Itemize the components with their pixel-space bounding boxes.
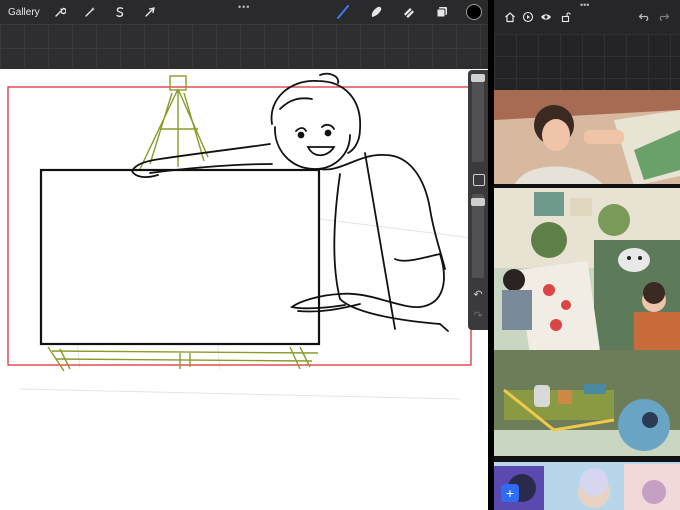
sketch-artwork xyxy=(7,72,481,400)
reference-image[interactable] xyxy=(494,90,680,510)
drawing-canvas[interactable] xyxy=(0,69,488,510)
reference-background-grid xyxy=(494,34,680,90)
layers-icon[interactable] xyxy=(432,2,452,22)
brush-size-slider[interactable] xyxy=(472,74,484,162)
tool-group xyxy=(320,2,482,22)
canvas-board xyxy=(39,168,321,346)
transform-arrow-icon[interactable] xyxy=(140,2,160,22)
opacity-thumb[interactable] xyxy=(471,198,485,206)
eye-icon[interactable] xyxy=(538,9,554,25)
canvas-background-grid xyxy=(0,24,488,69)
home-icon[interactable] xyxy=(502,9,518,25)
eraser-icon[interactable] xyxy=(399,2,419,22)
reference-toolbar: ••• xyxy=(494,0,680,34)
wrench-icon[interactable] xyxy=(50,2,70,22)
add-button[interactable]: + xyxy=(501,484,519,502)
selection-icon[interactable] xyxy=(110,2,130,22)
drawing-app-pane: Gallery ••• ↶ ↷ xyxy=(0,0,488,510)
lock-icon[interactable] xyxy=(558,9,574,25)
smudge-icon[interactable] xyxy=(366,2,386,22)
color-picker-swatch[interactable] xyxy=(466,4,482,20)
redo-icon[interactable]: ↷ xyxy=(472,310,484,322)
redo-icon[interactable] xyxy=(656,9,672,25)
top-toolbar: Gallery ••• xyxy=(0,0,488,24)
gallery-button[interactable]: Gallery xyxy=(8,7,40,18)
more-options-handle[interactable]: ••• xyxy=(238,2,250,12)
more-options-handle[interactable]: ••• xyxy=(580,0,589,10)
reference-comic-art xyxy=(494,90,680,510)
undo-icon[interactable]: ↶ xyxy=(472,289,484,301)
reference-app-pane: ••• + xyxy=(494,0,680,510)
brush-icon[interactable] xyxy=(333,2,353,22)
brush-size-thumb[interactable] xyxy=(471,74,485,82)
play-icon[interactable] xyxy=(520,9,536,25)
modify-button[interactable] xyxy=(473,174,485,186)
side-modifier-bar: ↶ ↷ xyxy=(468,70,488,330)
opacity-slider[interactable] xyxy=(472,194,484,278)
magic-wand-icon[interactable] xyxy=(80,2,100,22)
undo-icon[interactable] xyxy=(636,9,652,25)
